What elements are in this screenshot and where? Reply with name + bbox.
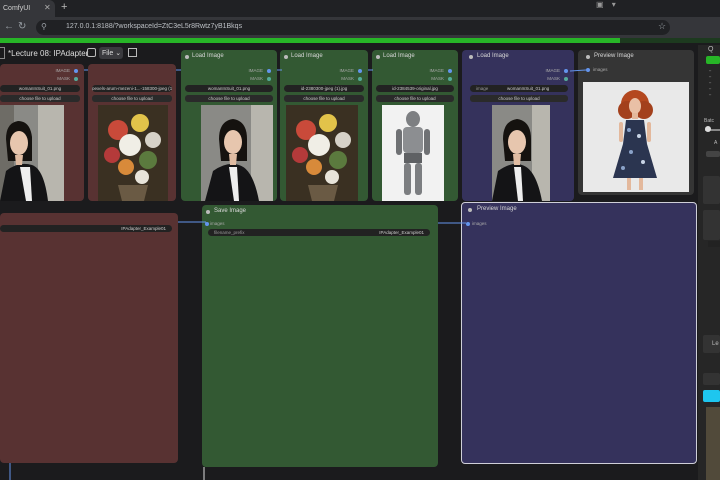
batch-count-label: Batc: [704, 118, 715, 124]
panel-thumbnail: [706, 407, 720, 480]
connection-wires: [9, 69, 587, 480]
batch-slider-handle[interactable]: [705, 126, 711, 132]
panel-section: [703, 176, 720, 204]
load-button-fragment[interactable]: Le: [712, 341, 719, 347]
queue-prompt-button[interactable]: [706, 56, 720, 64]
queue-side-panel: Q ━ ━ ━ ━ ━ Batc A Le: [698, 45, 720, 480]
panel-title: Q: [708, 46, 714, 53]
letter-a: A: [714, 140, 718, 146]
panel-section: [703, 373, 720, 385]
extra-options-text: ━ ━ ━ ━ ━: [709, 69, 712, 97]
auto-queue-option[interactable]: [706, 151, 720, 157]
panel-section: [703, 210, 720, 240]
panel-blue-button[interactable]: [703, 390, 720, 402]
clear-button[interactable]: [708, 241, 720, 247]
